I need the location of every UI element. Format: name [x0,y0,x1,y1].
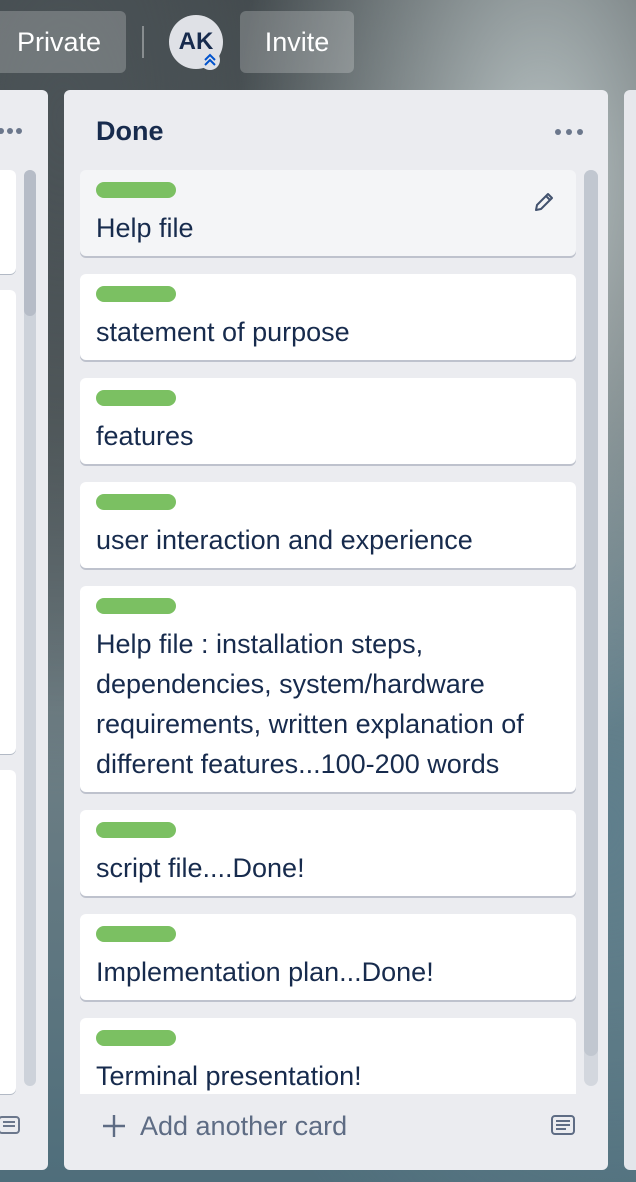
card-title: Help file : installation steps, dependen… [96,629,524,779]
list-partial-right [624,90,636,1170]
card[interactable]: features [80,378,576,464]
card-label[interactable] [96,822,176,838]
card[interactable]: Implementation plan...Done! [80,914,576,1000]
invite-button[interactable]: Invite [240,11,354,73]
list-done: Done Help file statement of purpose feat… [64,90,608,1170]
card-label[interactable] [96,926,176,942]
card-title: Terminal presentation! [96,1061,362,1091]
scrollbar-thumb[interactable] [584,170,598,1056]
card[interactable]: statement of purpose [80,274,576,360]
card-title: features [96,421,194,451]
card-label[interactable] [96,390,176,406]
visibility-button[interactable]: Private [0,11,126,73]
card[interactable]: Help file [80,170,576,256]
header-divider [142,26,144,58]
add-card-label: Add another card [140,1110,348,1141]
ellipsis-icon[interactable] [554,126,584,138]
list-card[interactable] [0,170,16,274]
card-title: script file....Done! [96,853,305,883]
card-title: user interaction and experience [96,525,473,555]
card[interactable]: script file....Done! [80,810,576,896]
card-title: Help file [96,213,194,243]
card-label[interactable] [96,494,176,510]
board-header: Private AK Invite [0,0,636,90]
card-title: Implementation plan...Done! [96,957,434,987]
list-card[interactable] [0,290,16,754]
scrollbar-thumb[interactable] [24,170,36,316]
list-card[interactable] [0,770,16,1094]
card-label[interactable] [96,1030,176,1046]
card-label[interactable] [96,598,176,614]
card-label[interactable] [96,286,176,302]
card-template-icon[interactable] [548,1110,578,1140]
plus-icon [103,1115,125,1137]
card[interactable]: Terminal presentation! [80,1018,576,1094]
card-list: Help file statement of purpose features … [80,170,576,1094]
list-title[interactable]: Done [96,116,164,147]
card-label[interactable] [96,182,176,198]
pencil-icon[interactable] [532,190,556,214]
add-card-button[interactable]: Add another card [100,1106,347,1146]
chevrons-up-icon [200,50,220,70]
ellipsis-icon[interactable] [0,127,22,135]
card[interactable]: Help file : installation steps, dependen… [80,586,576,792]
card-title: statement of purpose [96,317,350,347]
list-partial-left [0,90,48,1170]
card[interactable]: user interaction and experience [80,482,576,568]
card-template-icon[interactable] [0,1112,22,1138]
